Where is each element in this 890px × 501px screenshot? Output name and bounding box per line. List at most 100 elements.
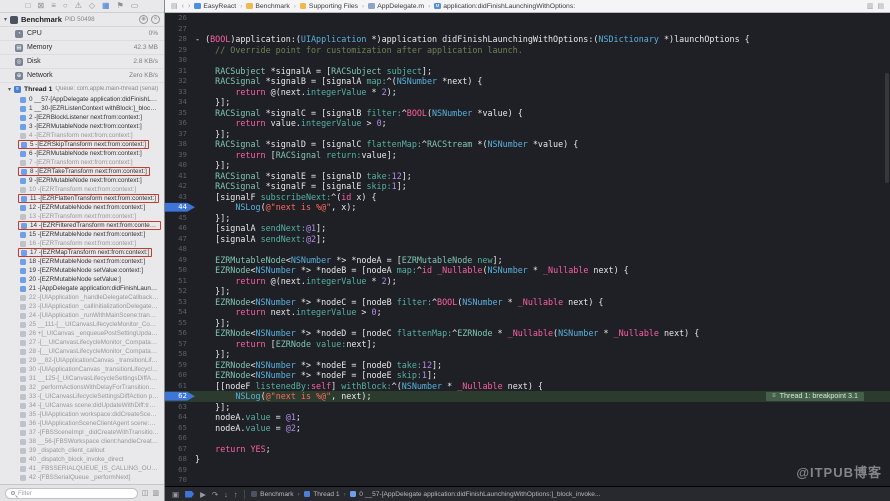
stack-frame[interactable]: 19 -[EZRMutableNode setValue:context:] — [18, 266, 164, 275]
filter-toggle-icon[interactable]: ◫ — [142, 489, 149, 497]
line-number[interactable]: 47 — [165, 234, 195, 245]
line-number[interactable]: 26 — [165, 13, 195, 24]
forward-arrow-icon[interactable]: › — [188, 3, 190, 10]
line-number[interactable]: 42 — [165, 181, 195, 192]
breadcrumb-item-folder[interactable]: Supporting Files — [299, 3, 358, 10]
line-number[interactable]: 33 — [165, 87, 195, 98]
step-out-icon[interactable]: ↑ — [234, 487, 238, 501]
line-number[interactable]: 54 — [165, 307, 195, 318]
code-area[interactable]: 26 27 28- (BOOL)application:(UIApplication… — [165, 13, 890, 486]
stack-frame[interactable]: 36 -[UIApplicationSceneClientAgent scene… — [18, 419, 164, 428]
stack-frame[interactable]: 20 -[EZRMutableNode setValue:] — [18, 275, 164, 284]
line-number[interactable]: 41 — [165, 171, 195, 182]
stack-frame[interactable]: 41 _FBSSERIALQUEUE_IS_CALLING_OUT_TO_A_B… — [18, 464, 164, 473]
gauge-row-disk[interactable]: ◎ Disk 2.8 KB/s — [0, 55, 164, 69]
step-into-icon[interactable]: ↓ — [224, 487, 228, 501]
line-number[interactable]: 28 — [165, 34, 195, 45]
debugbar-item-app[interactable]: Benchmark — [250, 491, 294, 498]
related-items-icon[interactable]: ▤ — [171, 2, 178, 10]
test-navigator-icon[interactable]: ◇ — [89, 2, 95, 10]
filter-input[interactable]: Filter — [5, 487, 138, 499]
stack-frame[interactable]: 6 -[EZRMutableNode next:from:context:] — [18, 149, 164, 158]
stack-frame[interactable]: 42 -[FBSSerialQueue _performNext] — [18, 473, 164, 482]
thread-header[interactable]: ▾ ≡ Thread 1 Queue: com.apple.main-threa… — [0, 83, 164, 95]
stack-frame[interactable]: 31 __125-[_UICanvasLifecycleSettingsDiff… — [18, 374, 164, 383]
line-number[interactable]: 45 — [165, 213, 195, 224]
step-over-icon[interactable]: ↷ — [212, 487, 218, 501]
gauge-row-cpu[interactable]: ◔ CPU 0% — [0, 27, 164, 41]
symbol-navigator-icon[interactable]: ≡ — [51, 2, 56, 10]
debugbar-item-frame[interactable]: 0 __57-[AppDelegate application:didFinis… — [349, 491, 600, 498]
stack-frame[interactable]: 3 -[EZRMutableNode next:from:context:] — [18, 122, 164, 131]
editor-mode-icon[interactable]: ▥ — [867, 2, 874, 10]
project-navigator-icon[interactable]: □ — [26, 2, 31, 10]
line-number[interactable]: 52 — [165, 286, 195, 297]
stack-frame[interactable]: 35 -[UIApplication workspace:didCreateSc… — [18, 410, 164, 419]
stack-frame[interactable]: 23 -[UIApplication _callInitializationDe… — [18, 302, 164, 311]
line-number[interactable]: 40 — [165, 160, 195, 171]
issue-navigator-icon[interactable]: ⚠ — [75, 2, 82, 10]
gauge-row-network[interactable]: ⊕ Network Zero KB/s — [0, 69, 164, 83]
stack-frame[interactable]: 14 -[EZRFilteredTransform next:from:cont… — [18, 221, 164, 230]
line-number[interactable]: 39 — [165, 150, 195, 161]
line-number[interactable]: 46 — [165, 223, 195, 234]
line-number[interactable]: 55 — [165, 318, 195, 329]
stack-frame[interactable]: 28 -[__UICanvasLifecycleMonitor_Compatab… — [18, 347, 164, 356]
breadcrumb-item-project[interactable]: EasyReact — [194, 3, 236, 10]
pause-gauge-button[interactable]: ◉ — [139, 15, 148, 24]
line-number[interactable]: 32 — [165, 76, 195, 87]
stack-frame[interactable]: 39 _dispatch_client_callout — [18, 446, 164, 455]
disclosure-triangle-icon[interactable]: ▾ — [4, 16, 7, 23]
stop-gauge-button[interactable]: ✕ — [151, 15, 160, 24]
line-number[interactable]: 65 — [165, 423, 195, 434]
line-number[interactable]: 30 — [165, 55, 195, 66]
stack-frame[interactable]: 0 __57-[AppDelegate application:didFinis… — [18, 95, 164, 104]
line-number[interactable]: 60 — [165, 370, 195, 381]
stack-frame[interactable]: 5 -[EZRSkipTransform next:from:context:] — [18, 140, 164, 149]
stack-frame[interactable]: 30 -[UIApplicationCanvas _transitionLife… — [18, 365, 164, 374]
stack-frame[interactable]: 17 -[EZRMapTransform next:from:context:] — [18, 248, 164, 257]
line-number[interactable]: 64 — [165, 412, 195, 423]
line-number[interactable]: 56 — [165, 328, 195, 339]
line-number[interactable]: 37 — [165, 129, 195, 140]
line-number[interactable]: 31 — [165, 66, 195, 77]
gauge-row-memory[interactable]: ▤ Memory 42.3 MB — [0, 41, 164, 55]
stack-frame[interactable]: 11 -[EZRFlattenTransform next:from:conte… — [18, 194, 164, 203]
line-number[interactable]: 59 — [165, 360, 195, 371]
stack-frame[interactable]: 29 __82-[UIApplicationCanvas _transition… — [18, 356, 164, 365]
stack-frame[interactable]: 26 +[_UICanvas _enqueuePostSettingUpdate… — [18, 329, 164, 338]
line-number[interactable]: 38 — [165, 139, 195, 150]
breakpoint-marker[interactable]: 62 — [165, 391, 195, 401]
filter-flag-icon[interactable]: ▥ — [152, 489, 159, 497]
stack-frame[interactable]: 33 -[_UICanvasLifecycleSettingsDiffActio… — [18, 392, 164, 401]
line-number[interactable]: 29 — [165, 45, 195, 56]
line-number[interactable]: 43 — [165, 192, 195, 203]
line-number[interactable]: 36 — [165, 118, 195, 129]
breadcrumb-item-method[interactable]: Mapplication:didFinishLaunchingWithOptio… — [434, 3, 575, 10]
stack-frame[interactable]: 13 -[EZRTransform next:from:context:] — [18, 212, 164, 221]
line-number[interactable]: 69 — [165, 465, 195, 476]
stack-frame[interactable]: 32 _performActionsWithDelayForTransition… — [18, 383, 164, 392]
hide-debug-area-icon[interactable]: ▣ — [172, 487, 179, 501]
report-navigator-icon[interactable]: ▭ — [131, 2, 139, 10]
editor-mode-icon[interactable]: ▤ — [877, 2, 884, 10]
stack-frame[interactable]: 40 _dispatch_block_invoke_direct — [18, 455, 164, 464]
stack-frame[interactable]: 1 __30-[EZRListenContext withBlock:]_blo… — [18, 104, 164, 113]
line-number[interactable]: 58 — [165, 349, 195, 360]
line-number[interactable]: 53 — [165, 297, 195, 308]
stack-frame[interactable]: 2 -[EZRBlockListener next:from:context:] — [18, 113, 164, 122]
stack-frame[interactable]: 10 -[EZRTransform next:from:context:] — [18, 185, 164, 194]
debugbar-item-thread[interactable]: Thread 1 — [303, 491, 340, 498]
line-number[interactable]: 67 — [165, 444, 195, 455]
line-number[interactable]: 27 — [165, 24, 195, 35]
stack-frame[interactable]: 24 -[UIApplication _runWithMainScene:tra… — [18, 311, 164, 320]
breakpoint-marker[interactable]: 44 — [165, 202, 195, 212]
stack-frame[interactable]: 7 -[EZRTransform next:from:context:] — [18, 158, 164, 167]
line-number[interactable]: 57 — [165, 339, 195, 350]
continue-icon[interactable]: ▶ — [200, 487, 206, 501]
stack-frame[interactable]: 4 -[EZRTransform next:from:context:] — [18, 131, 164, 140]
line-number[interactable]: 68 — [165, 454, 195, 465]
stack-frame[interactable]: 21 -[AppDelegate application:didFinishLa… — [18, 284, 164, 293]
line-number[interactable]: 48 — [165, 244, 195, 255]
stack-frame[interactable]: 18 -[EZRMutableNode next:from:context:] — [18, 257, 164, 266]
